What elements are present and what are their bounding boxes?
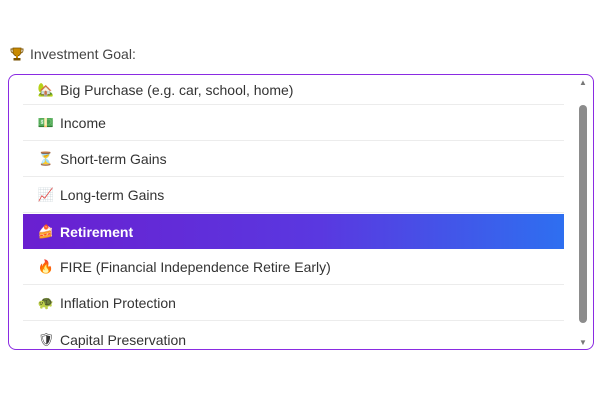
option-fire[interactable]: 🔥 FIRE (Financial Independence Retire Ear… [23,250,564,285]
turtle-icon: 🐢 [37,295,55,310]
option-label: Long-term Gains [60,187,165,203]
options-list: 🏡 Big Purchase (e.g. car, school, home) 💵 I… [23,75,564,349]
scrollbar-thumb[interactable] [579,105,587,323]
scroll-up-arrow-icon[interactable]: ▲ [577,77,589,87]
chart-up-icon: 📈 [37,187,55,202]
cake-icon: 🍰 [37,223,55,239]
fire-icon: 🔥 [37,259,55,274]
option-hourglass[interactable]: ⏳ Short-term Gains [23,142,564,177]
field-label-text: Investment Goal: [30,46,136,62]
scroll-down-arrow-icon[interactable]: ▼ [577,337,589,347]
option-money[interactable]: 💵 Income [23,106,564,141]
option-label: Income [60,115,106,131]
shield-icon: 🛡 [37,331,55,347]
option-label: Big Purchase (e.g. car, school, home) [60,81,294,98]
option-label: Capital Preservation [60,331,187,348]
option-chart-up[interactable]: 📈 Long-term Gains [23,178,564,213]
option-label: FIRE (Financial Independence Retire Earl… [60,259,331,275]
house-icon: 🏡 [37,81,55,97]
option-label: Retirement [60,223,134,240]
option-turtle[interactable]: 🐢 Inflation Protection [23,286,564,321]
option-shield[interactable]: 🛡 Capital Preservation [23,322,564,349]
option-cake[interactable]: 🍰 Retirement [23,214,564,249]
money-icon: 💵 [37,115,55,130]
option-label: Short-term Gains [60,151,167,167]
trophy-icon [8,45,26,63]
option-label: Inflation Protection [60,295,176,311]
scrollbar[interactable]: ▲ ▼ [577,77,589,347]
option-house[interactable]: 🏡 Big Purchase (e.g. car, school, home) [23,75,564,105]
investment-goal-listbox[interactable]: 🏡 Big Purchase (e.g. car, school, home) 💵 I… [8,74,594,350]
investment-goal-field: Investment Goal: 🏡 Big Purchase (e.g. car… [8,44,594,350]
field-label: Investment Goal: [8,44,594,64]
hourglass-icon: ⏳ [37,151,55,166]
